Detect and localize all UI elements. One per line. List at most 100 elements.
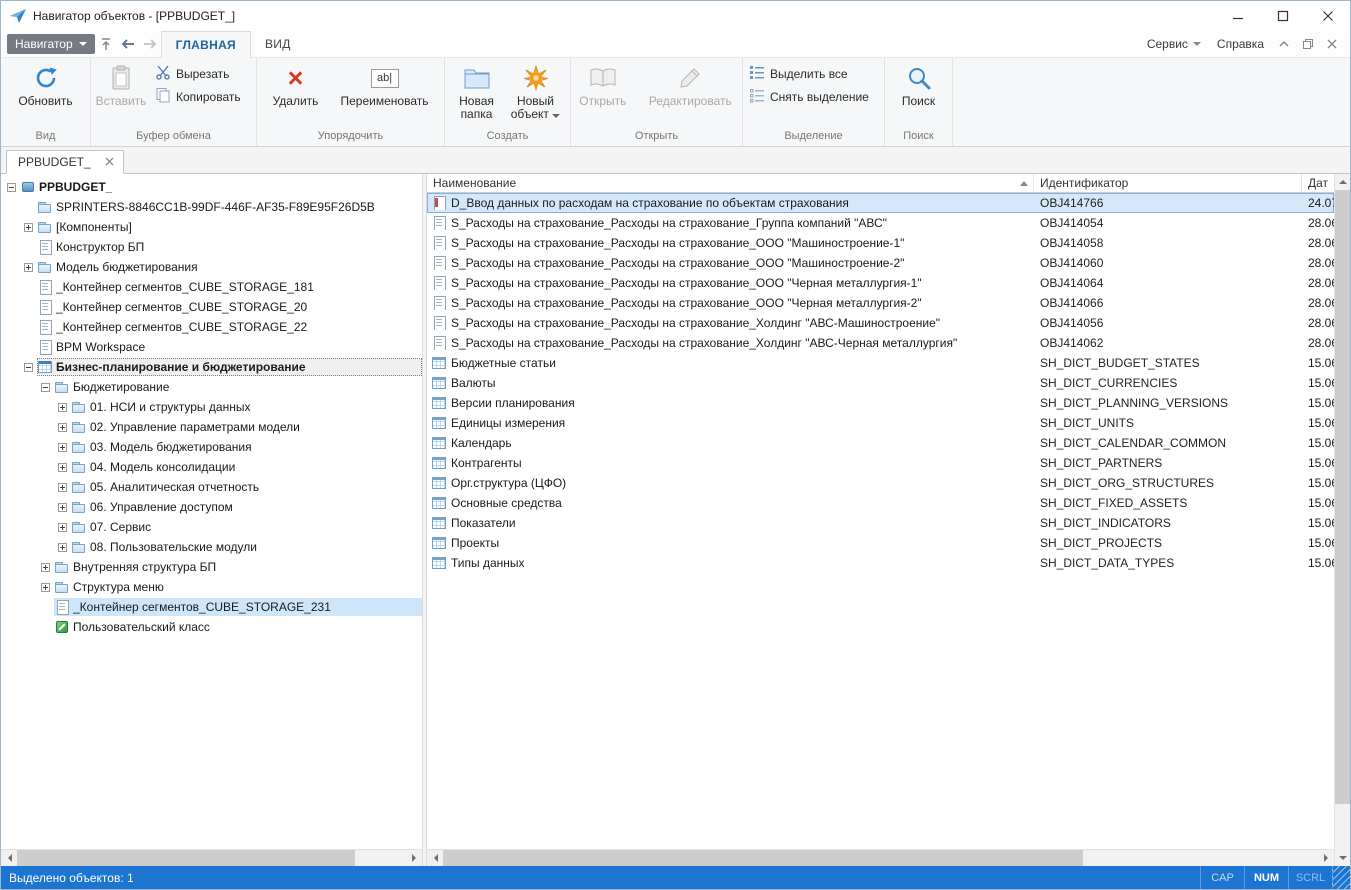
expand-toggle[interactable] — [58, 543, 67, 552]
new-folder-button[interactable]: Новая папка — [450, 61, 504, 121]
back-icon[interactable] — [117, 33, 139, 55]
edit-button[interactable]: Редактировать — [641, 61, 740, 108]
expand-toggle[interactable] — [41, 583, 50, 592]
list-row[interactable]: S_Расходы на страхование_Расходы на стра… — [427, 233, 1334, 253]
scrollbar-thumb[interactable] — [17, 850, 355, 866]
new-object-button[interactable]: Новый объект — [506, 61, 566, 121]
tree-item[interactable]: 06. Управление доступом — [1, 497, 422, 517]
collapse-ribbon-icon[interactable] — [1274, 34, 1294, 54]
close-tab-icon[interactable] — [105, 155, 114, 169]
tree-item[interactable]: 03. Модель бюджетирования — [1, 437, 422, 457]
tree-item[interactable]: Конструктор БП — [1, 237, 422, 257]
resize-grip[interactable] — [1332, 866, 1350, 889]
tree-item[interactable]: Пользовательский класс — [1, 617, 422, 637]
open-button[interactable]: Открыть — [573, 61, 633, 108]
tree-item[interactable]: _Контейнер сегментов_CUBE_STORAGE_22 — [1, 317, 422, 337]
search-button[interactable]: Поиск — [892, 61, 946, 108]
list-row[interactable]: Показатели SH_DICT_INDICATORS 15.06.2 — [427, 513, 1334, 533]
paste-button[interactable]: Вставить — [93, 61, 149, 108]
tree-item[interactable]: BPM Workspace — [1, 337, 422, 357]
expand-toggle[interactable] — [41, 383, 50, 392]
column-header-id[interactable]: Идентификатор — [1034, 174, 1302, 192]
tree-item[interactable]: _Контейнер сегментов_CUBE_STORAGE_231 — [1, 597, 422, 617]
restore-document-icon[interactable] — [1298, 34, 1318, 54]
expand-toggle[interactable] — [58, 423, 67, 432]
expand-toggle[interactable] — [58, 463, 67, 472]
scroll-left-icon[interactable] — [1, 850, 17, 866]
scrollbar-thumb[interactable] — [1335, 190, 1350, 804]
tree-item[interactable]: [Компоненты] — [1, 217, 422, 237]
list-row[interactable]: S_Расходы на страхование_Расходы на стра… — [427, 333, 1334, 353]
tree-item[interactable]: Структура меню — [1, 577, 422, 597]
deselect-button[interactable]: Снять выделение — [745, 86, 873, 107]
list-row[interactable]: D_Ввод данных по расходам на страхование… — [427, 193, 1334, 213]
tree-item[interactable]: _Контейнер сегментов_CUBE_STORAGE_20 — [1, 297, 422, 317]
rename-button[interactable]: ab| Переименовать — [335, 61, 435, 108]
copy-button[interactable]: Копировать — [151, 86, 245, 107]
column-header-date[interactable]: Дат — [1302, 174, 1334, 192]
list-row[interactable]: S_Расходы на страхование_Расходы на стра… — [427, 273, 1334, 293]
scroll-up-icon[interactable] — [1335, 174, 1351, 190]
expand-toggle[interactable] — [58, 443, 67, 452]
tree-item[interactable]: 01. НСИ и структуры данных — [1, 397, 422, 417]
list-row[interactable]: Единицы измерения SH_DICT_UNITS 15.06.2 — [427, 413, 1334, 433]
close-document-icon[interactable] — [1322, 34, 1342, 54]
document-tab[interactable]: PPBUDGET_ — [6, 150, 124, 174]
forward-icon[interactable] — [139, 33, 161, 55]
tree-item[interactable]: PPBUDGET_ — [1, 177, 422, 197]
list-row[interactable]: Версии планирования SH_DICT_PLANNING_VER… — [427, 393, 1334, 413]
cut-button[interactable]: Вырезать — [151, 63, 245, 84]
help-button[interactable]: Справка — [1211, 37, 1270, 51]
list-row[interactable]: Бюджетные статьи SH_DICT_BUDGET_STATES 1… — [427, 353, 1334, 373]
tree-item[interactable]: 07. Сервис — [1, 517, 422, 537]
expand-toggle[interactable] — [24, 223, 33, 232]
list-row[interactable]: Контрагенты SH_DICT_PARTNERS 15.06.2 — [427, 453, 1334, 473]
tree-item[interactable]: 05. Аналитическая отчетность — [1, 477, 422, 497]
tree-item[interactable]: SPRINTERS-8846CC1B-99DF-446F-AF35-F89E95… — [1, 197, 422, 217]
tab-home[interactable]: ГЛАВНАЯ — [161, 31, 251, 58]
select-all-button[interactable]: Выделить все — [745, 63, 873, 84]
list-row[interactable]: Проекты SH_DICT_PROJECTS 15.06.2 — [427, 533, 1334, 553]
tree-item[interactable]: 08. Пользовательские модули — [1, 537, 422, 557]
pin-top-icon[interactable] — [95, 33, 117, 55]
list-row[interactable]: S_Расходы на страхование_Расходы на стра… — [427, 313, 1334, 333]
expand-toggle[interactable] — [24, 363, 33, 372]
scroll-left-icon[interactable] — [427, 850, 443, 866]
list-row[interactable]: Валюты SH_DICT_CURRENCIES 15.06.2 — [427, 373, 1334, 393]
list-row[interactable]: S_Расходы на страхование_Расходы на стра… — [427, 293, 1334, 313]
tab-view[interactable]: ВИД — [251, 31, 305, 58]
expand-toggle[interactable] — [58, 483, 67, 492]
scroll-right-icon[interactable] — [406, 850, 422, 866]
delete-button[interactable]: × Удалить — [267, 61, 325, 108]
service-menu-button[interactable]: Сервис — [1141, 37, 1207, 51]
expand-toggle[interactable] — [7, 183, 16, 192]
object-id: OBJ414060 — [1034, 256, 1302, 270]
tree-item[interactable]: Модель бюджетирования — [1, 257, 422, 277]
list-row[interactable]: Типы данных SH_DICT_DATA_TYPES 15.06.2 — [427, 553, 1334, 573]
list-row[interactable]: Календарь SH_DICT_CALENDAR_COMMON 15.06.… — [427, 433, 1334, 453]
expand-toggle[interactable] — [58, 403, 67, 412]
expand-toggle[interactable] — [58, 503, 67, 512]
close-button[interactable] — [1305, 1, 1350, 31]
tree-item[interactable]: Бизнес-планирование и бюджетирование — [1, 357, 422, 377]
list-row[interactable]: Орг.структура (ЦФО) SH_DICT_ORG_STRUCTUR… — [427, 473, 1334, 493]
list-row[interactable]: Основные средства SH_DICT_FIXED_ASSETS 1… — [427, 493, 1334, 513]
minimize-button[interactable] — [1215, 1, 1260, 31]
navigator-menu-button[interactable]: Навигатор — [7, 34, 95, 54]
column-header-name[interactable]: Наименование — [427, 174, 1034, 192]
expand-toggle[interactable] — [41, 563, 50, 572]
tree-item[interactable]: 02. Управление параметрами модели — [1, 417, 422, 437]
scroll-down-icon[interactable] — [1335, 850, 1351, 866]
tree-item[interactable]: _Контейнер сегментов_CUBE_STORAGE_181 — [1, 277, 422, 297]
list-row[interactable]: S_Расходы на страхование_Расходы на стра… — [427, 213, 1334, 233]
tree-item[interactable]: Бюджетирование — [1, 377, 422, 397]
tree-item[interactable]: 04. Модель консолидации — [1, 457, 422, 477]
scrollbar-thumb[interactable] — [443, 850, 1083, 866]
expand-toggle[interactable] — [58, 523, 67, 532]
list-row[interactable]: S_Расходы на страхование_Расходы на стра… — [427, 253, 1334, 273]
expand-toggle[interactable] — [24, 263, 33, 272]
maximize-button[interactable] — [1260, 1, 1305, 31]
scroll-right-icon[interactable] — [1318, 850, 1334, 866]
refresh-button[interactable]: Обновить — [13, 61, 79, 108]
tree-item[interactable]: Внутренняя структура БП — [1, 557, 422, 577]
